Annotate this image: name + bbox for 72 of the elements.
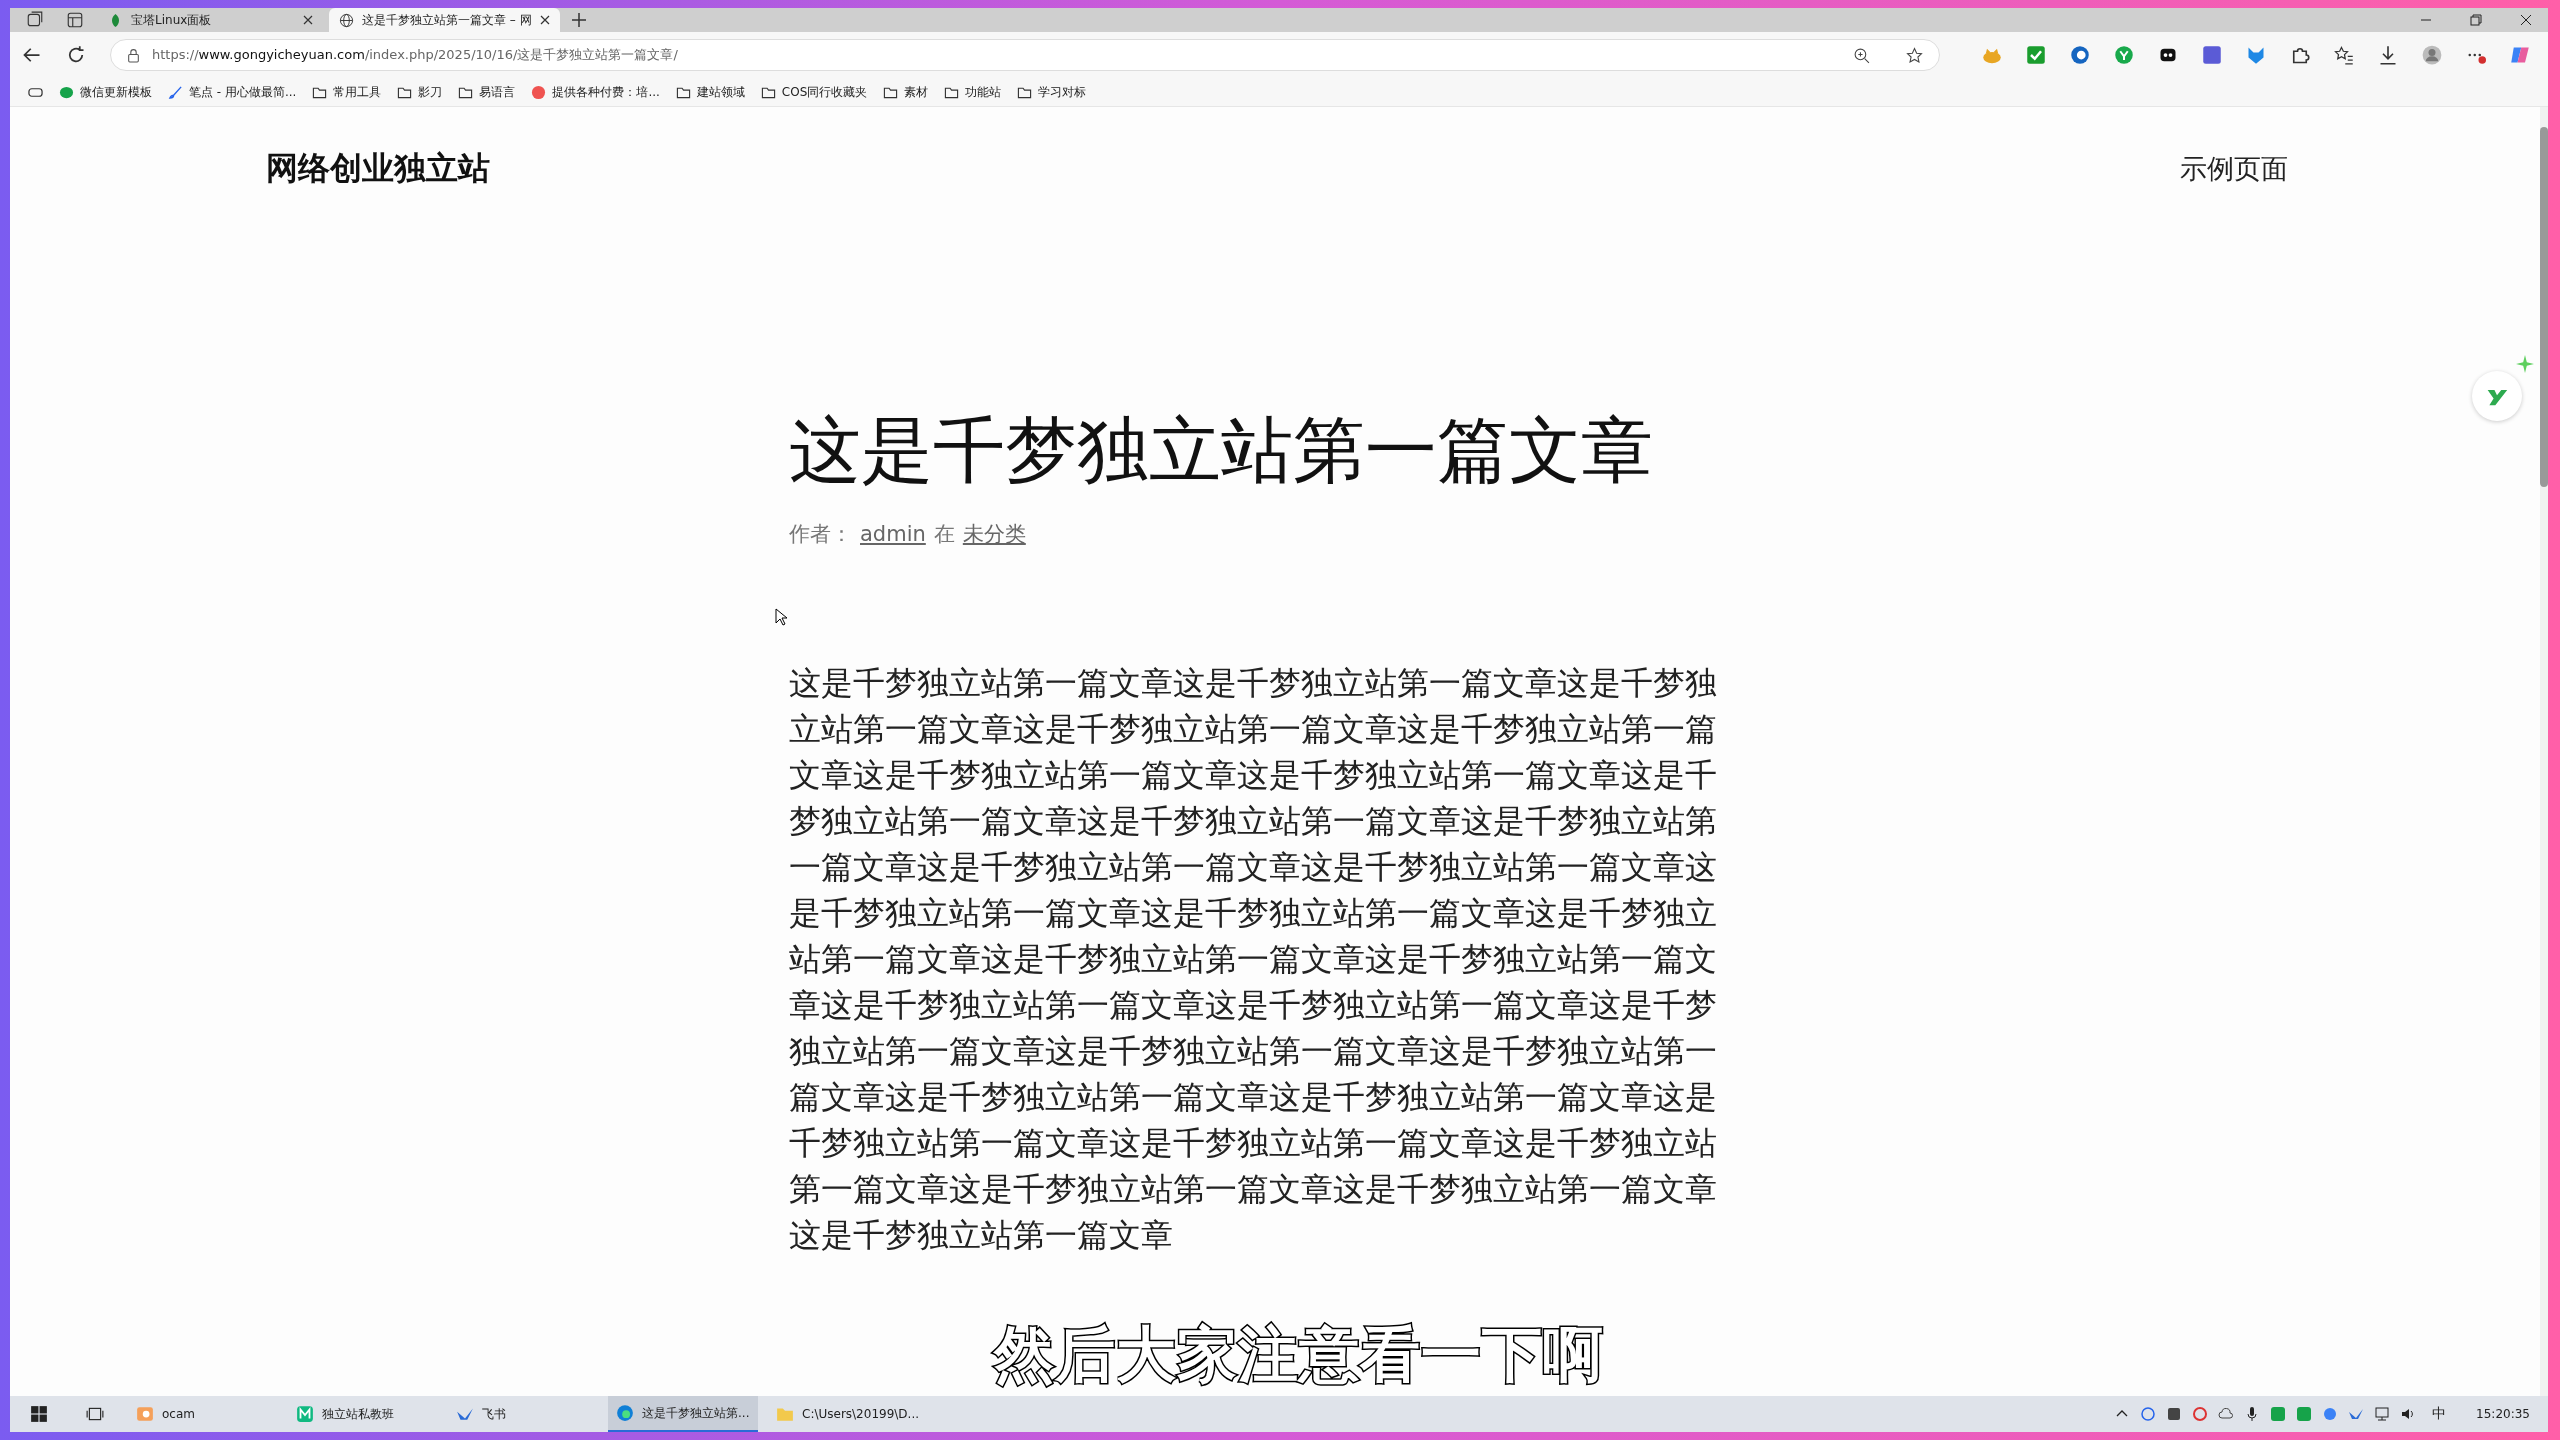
taskbar-app[interactable]: 独立站私教班 (288, 1396, 438, 1432)
nav-link[interactable]: 示例页面 (2180, 151, 2288, 187)
article-title: 这是千梦独立站第一篇文章 (789, 411, 1654, 491)
tab-actions-icon[interactable] (66, 11, 84, 29)
browser-icon (616, 1404, 634, 1422)
meta-label: 作者： (789, 521, 852, 549)
badge-icon (531, 84, 547, 100)
bookmark[interactable]: 笔点 - 用心做最简... (168, 83, 297, 101)
camera-icon (136, 1405, 154, 1423)
copilot-icon[interactable] (2510, 45, 2530, 65)
bookmark[interactable]: 提供各种付费：培... (531, 83, 660, 101)
star-icon[interactable] (1906, 46, 1923, 64)
category-link[interactable]: 未分类 (962, 520, 1026, 549)
circle-logo-icon[interactable] (2070, 45, 2090, 65)
globe-icon (339, 12, 354, 28)
network-icon[interactable] (2374, 1406, 2391, 1422)
bookmark[interactable]: 易语言 (458, 83, 516, 101)
workspaces-icon[interactable] (26, 11, 44, 29)
puzzle-icon[interactable] (2290, 45, 2310, 65)
record-icon[interactable] (2192, 1406, 2209, 1422)
bookmark[interactable]: 常用工具 (312, 83, 382, 101)
app-icon (296, 1405, 314, 1423)
square-logo-icon[interactable] (2202, 45, 2222, 65)
bookmark[interactable]: 素材 (883, 83, 929, 101)
browser-tab[interactable]: 这是千梦独立站第一篇文章 – 网 (329, 8, 560, 32)
download-icon[interactable] (2378, 45, 2398, 65)
tray-app-icon[interactable] (2140, 1406, 2157, 1422)
restore-icon[interactable] (2470, 14, 2482, 26)
fox-icon[interactable] (2246, 45, 2266, 65)
close-icon[interactable] (303, 15, 313, 25)
tray-app-icon[interactable] (2166, 1406, 2183, 1422)
address-bar[interactable]: https://www.gongyicheyuan.com/index.php/2025/10/16/这是千梦独立站第一篇文章/ (110, 39, 1940, 71)
lock-icon (127, 47, 140, 63)
folder-icon (776, 1405, 794, 1423)
tab-title: 这是千梦独立站第一篇文章 – 网 (362, 11, 532, 29)
start-icon[interactable] (30, 1405, 48, 1423)
site-title[interactable]: 网络创业独立站 (266, 147, 490, 191)
bookmark[interactable]: 微信更新模板 (59, 83, 152, 101)
browser-tab[interactable]: 宝塔Linux面板 (98, 8, 323, 32)
taskbar-app[interactable]: 飞书 (448, 1396, 598, 1432)
close-icon[interactable] (2520, 14, 2532, 26)
meta-label: 在 (933, 521, 955, 549)
bookmark[interactable]: 功能站 (944, 83, 1002, 101)
checkmark-icon[interactable] (2026, 45, 2046, 65)
cloud-icon[interactable] (2218, 1406, 2235, 1422)
close-icon[interactable] (539, 15, 550, 25)
taskbar-app[interactable]: C:\Users\20199\D... (768, 1396, 918, 1432)
new-tab-icon[interactable] (571, 13, 586, 27)
bookmark[interactable]: COS同行收藏夹 (760, 83, 868, 101)
author-link[interactable]: admin (860, 522, 926, 547)
scrollbar[interactable] (2540, 107, 2548, 1396)
favorites-icon[interactable] (2334, 45, 2354, 65)
zoom-icon[interactable] (1853, 46, 1870, 64)
video-caption: 然后大家注意看一下啊 (990, 1316, 1608, 1392)
sparkle-icon (2516, 355, 2534, 373)
taskbar-app[interactable]: 这是千梦独立站第... (608, 1396, 758, 1432)
cursor-icon (775, 607, 787, 627)
bookmark[interactable]: 建站领域 (675, 83, 745, 101)
task-view-icon[interactable] (86, 1405, 104, 1423)
clock[interactable]: 15:20:35 (2476, 1407, 2530, 1421)
url-text: https://www.gongyicheyuan.com/index.php/2025/10/16/这是千梦独立站第一篇文章/ (152, 46, 678, 64)
article-body: 这是千梦独立站第一篇文章这是千梦独立站第一篇文章这是千梦独立站第一篇文章这是千梦独立站第一篇文章这是千梦独立站第一篇文章这是千梦独立站第一篇文章这是千梦独立站第一篇文章这是千梦独立站第一篇文章这是千梦独立站第一篇文章这是千梦独立站第一篇文章这是千梦独立站第一篇文章这是千梦独立站第一篇文章这是千梦独立站第一篇文章这是千梦独立站第一篇文章这是千梦独立站第一篇文章这是千梦独立站第一篇文章这是千梦独立站第一篇文章这是千梦独立站第一篇文章这是千梦独立站第一篇文章这是千梦独立站第一篇文章这是千梦独立站第一篇文章这是千梦独立站第一篇文章这是千梦独立站第一篇文章这是千梦独立站第一篇文章这是千梦独立站第一篇文章这是千梦独立站第一篇文章这是千梦独立站第一篇文章这是千梦独立站第一篇文章这是千梦独立站第一篇文章这是千梦独立站第一篇文章 (789, 663, 1718, 1257)
profile-icon[interactable] (2422, 45, 2442, 65)
tab-title: 宝塔Linux面板 (131, 11, 213, 29)
bookmark[interactable]: 学习对标 (1017, 83, 1087, 101)
reload-icon[interactable] (66, 45, 86, 65)
assistant-button[interactable] (2472, 371, 2522, 421)
bookmark[interactable]: 影刀 (397, 83, 443, 101)
brush-icon (168, 84, 183, 100)
input-method[interactable]: 中 (2432, 1405, 2447, 1423)
taskbar-app[interactable]: ocam (128, 1396, 278, 1432)
y-logo-icon[interactable] (2114, 45, 2134, 65)
